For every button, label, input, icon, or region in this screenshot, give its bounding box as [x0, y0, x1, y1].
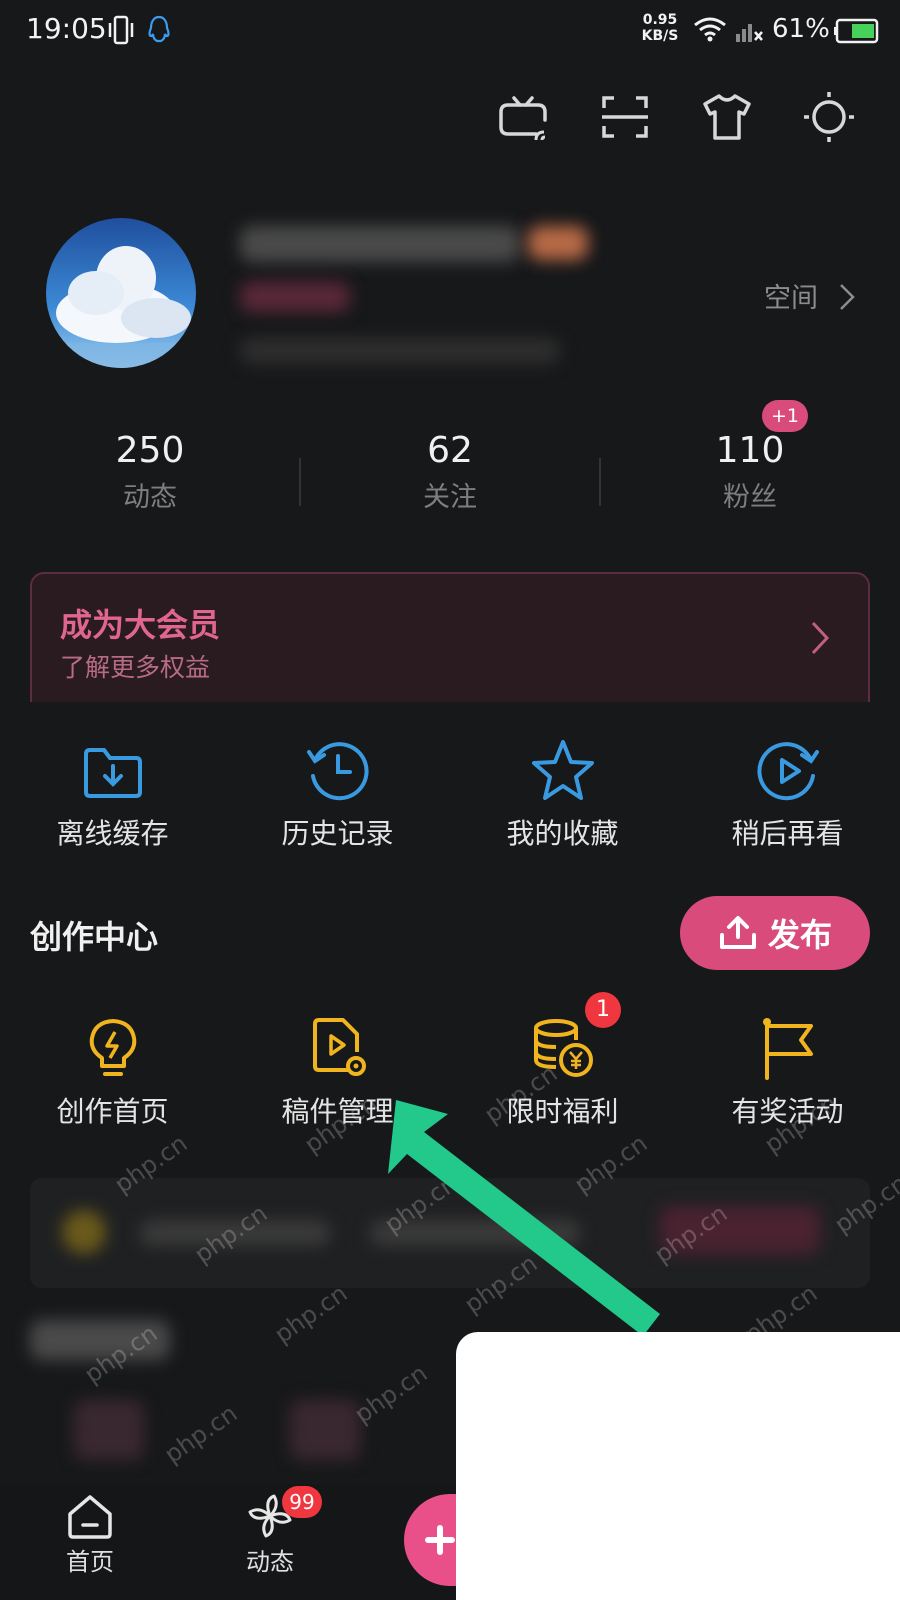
- network-speed: 0.95 KB/S: [638, 12, 682, 44]
- battery-percent: 61%: [772, 14, 830, 44]
- history-icon: [306, 742, 369, 801]
- quick-action-label: 离线缓存: [56, 817, 169, 850]
- bulb-icon: [89, 1019, 136, 1076]
- status-bar: [0, 0, 900, 64]
- favorite-star-icon: [531, 740, 594, 800]
- tv-icon[interactable]: [496, 90, 550, 144]
- cell-signal-icon: [736, 24, 763, 42]
- manuscript-icon: [312, 1018, 366, 1076]
- creator-item-label: 创作首页: [56, 1095, 169, 1128]
- network-speed-unit: KB/S: [641, 28, 679, 44]
- stat-dynamic[interactable]: 250 动态: [0, 430, 300, 514]
- chevron-right-icon[interactable]: [810, 620, 830, 656]
- user-meta-redacted: [240, 338, 560, 364]
- vip-card[interactable]: [30, 572, 870, 722]
- status-time: 19:05: [26, 12, 107, 45]
- stat-label: 粉丝: [723, 482, 777, 513]
- watch-later-icon: [756, 742, 819, 801]
- blurred-icon: [290, 1400, 360, 1460]
- quick-action-label: 我的收藏: [506, 817, 619, 850]
- quick-action-favorites[interactable]: 我的收藏: [450, 736, 675, 852]
- quick-action-label: 稍后再看: [731, 817, 844, 850]
- fans-new-badge: +1: [762, 400, 808, 432]
- quick-action-offline-cache[interactable]: 离线缓存: [0, 736, 225, 852]
- publish-label: 发布: [767, 916, 832, 954]
- avatar[interactable]: [46, 218, 196, 368]
- nav-label: 首页: [66, 1548, 114, 1576]
- quick-action-watch-later[interactable]: 稍后再看: [675, 736, 900, 852]
- quick-action-label: 历史记录: [281, 817, 394, 850]
- creator-item-events[interactable]: 有奖活动: [675, 1014, 900, 1130]
- theme-icon[interactable]: [802, 90, 856, 144]
- outfit-icon[interactable]: [700, 90, 754, 144]
- blurred-icon: [62, 1210, 106, 1254]
- vip-subtitle: 了解更多权益: [60, 653, 211, 682]
- network-speed-value: 0.95: [642, 12, 678, 28]
- stat-fans[interactable]: 110 粉丝: [600, 430, 900, 514]
- blurred-icon: [74, 1400, 144, 1460]
- white-overlay: [456, 1332, 900, 1600]
- stat-value: 62: [427, 430, 473, 471]
- stat-following[interactable]: 62 关注: [300, 430, 600, 514]
- vibrate-icon: [108, 15, 134, 45]
- vip-tag-redacted: [240, 282, 350, 312]
- upload-icon: [719, 916, 756, 949]
- wifi-icon: [694, 17, 726, 42]
- publish-button[interactable]: 发布: [680, 896, 870, 970]
- avatar-image: [46, 218, 196, 368]
- chevron-right-icon[interactable]: [838, 282, 856, 312]
- space-link[interactable]: 空间: [764, 276, 818, 315]
- quick-action-history[interactable]: 历史记录: [225, 736, 450, 852]
- level-badge-redacted: [528, 226, 588, 260]
- username-redacted: [240, 226, 520, 262]
- nav-home[interactable]: 首页: [30, 1492, 150, 1577]
- pointer-arrow: [388, 1100, 660, 1336]
- vip-title: 成为大会员: [60, 606, 221, 644]
- creator-item-home[interactable]: 创作首页: [0, 1014, 225, 1130]
- creator-center-title: 创作中心: [30, 918, 159, 956]
- stat-label: 动态: [123, 482, 177, 513]
- stat-value: 110: [715, 430, 785, 471]
- stat-label: 关注: [423, 482, 477, 513]
- scan-icon[interactable]: [598, 90, 652, 144]
- home-icon: [68, 1495, 112, 1539]
- offline-cache-icon: [83, 748, 142, 798]
- benefits-badge: 1: [585, 992, 621, 1028]
- flag-icon: [762, 1018, 813, 1080]
- dynamic-badge: 99: [282, 1486, 322, 1518]
- nav-label: 动态: [246, 1548, 294, 1576]
- stat-value: 250: [115, 430, 185, 471]
- qq-icon: [148, 15, 170, 43]
- battery-icon: [834, 18, 879, 44]
